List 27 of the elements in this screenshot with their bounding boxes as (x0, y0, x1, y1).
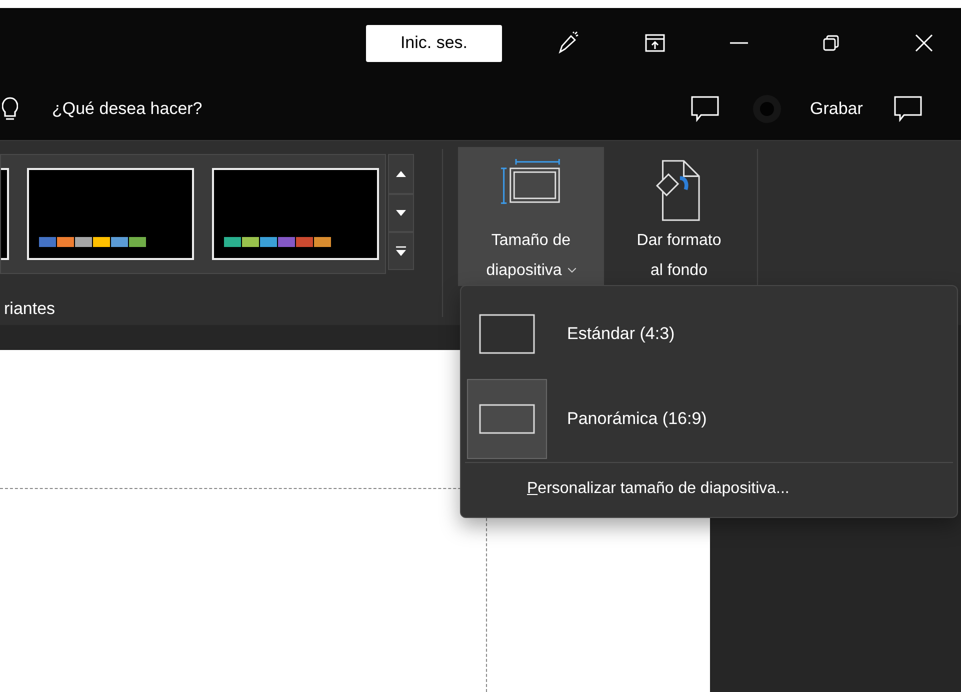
search-field[interactable]: ¿Qué desea hacer? (52, 96, 352, 122)
slide-size-button[interactable]: Tamaño de diapositiva (458, 147, 604, 286)
scroll-down-button[interactable] (388, 194, 414, 232)
wide-slide-icon (479, 404, 535, 434)
theme-thumbnail[interactable] (1, 168, 9, 260)
lightbulb-icon (2, 97, 18, 121)
format-background-button[interactable]: Dar formato al fondo (606, 147, 752, 286)
close-icon[interactable] (914, 33, 934, 53)
restore-icon[interactable] (821, 33, 841, 53)
theme-thumbnail[interactable] (27, 168, 194, 260)
scroll-up-button[interactable] (388, 154, 414, 194)
down-arrow-icon (396, 210, 406, 216)
record-button[interactable]: Grabar (810, 96, 863, 122)
theme-thumbnail[interactable] (212, 168, 379, 260)
menu-item[interactable]: Estándar (4:3) (467, 291, 951, 376)
square-slide-icon (479, 314, 535, 354)
slide-size-icon (499, 159, 563, 204)
group-label: riantes (4, 300, 56, 317)
sign-in-button[interactable]: Inic. ses. (366, 24, 502, 62)
up-arrow-icon (396, 171, 406, 177)
ribbon-display-icon[interactable] (644, 32, 666, 54)
comment-icon[interactable] (690, 94, 720, 124)
more-button[interactable] (388, 232, 414, 270)
menu-item[interactable]: Panorámica (16:9) (467, 376, 951, 461)
comment-icon[interactable] (892, 94, 923, 124)
expand-arrow-icon (396, 246, 406, 256)
menu-item[interactable]: Personalizar tamaño de diapositiva... (467, 463, 951, 515)
